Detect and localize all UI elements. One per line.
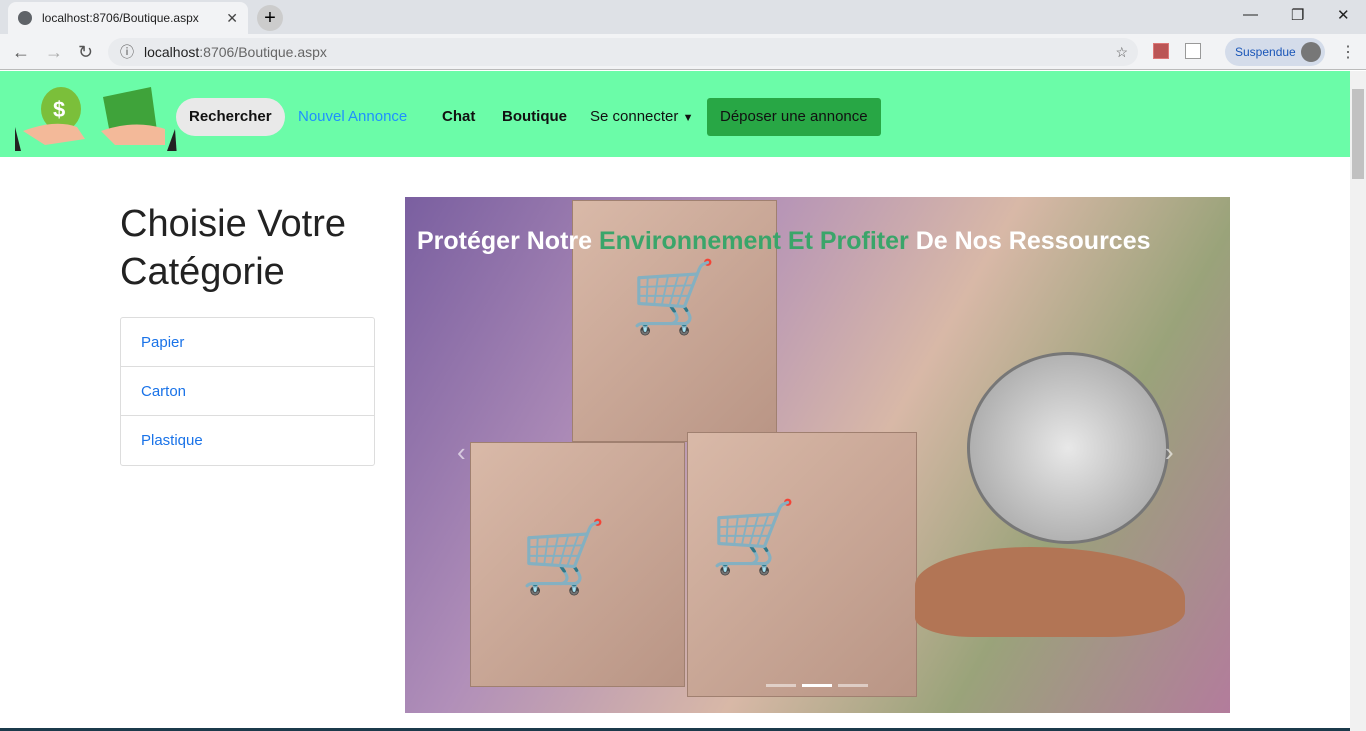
nav-boutique[interactable]: Boutique	[502, 98, 567, 136]
forward-icon[interactable]: →	[45, 42, 63, 63]
category-plastique[interactable]: Plastique	[121, 416, 374, 465]
scrollbar[interactable]	[1350, 71, 1366, 731]
caption-part: Protéger Notre	[417, 227, 599, 255]
shield-extension-icon[interactable]	[1185, 43, 1201, 59]
close-window-icon[interactable]: ✕	[1337, 6, 1350, 24]
url-host: localhost	[144, 44, 200, 60]
search-button[interactable]: Rechercher	[176, 98, 285, 136]
browser-toolbar: ← → ↻ ⓘ localhost:8706/Boutique.aspx ☆ S…	[0, 34, 1366, 70]
browser-tab[interactable]: localhost:8706/Boutique.aspx ✕	[8, 2, 248, 34]
navbar: $ Rechercher Nouvel Annonce Chat Boutiqu…	[0, 71, 1350, 157]
logo[interactable]: $	[15, 79, 177, 151]
carousel-prev-icon[interactable]: ‹	[457, 437, 466, 468]
carousel-caption: Protéger Notre Environnement Et Profiter…	[417, 227, 1151, 256]
tab-bar: localhost:8706/Boutique.aspx ✕ + — ❐ ✕	[0, 0, 1366, 34]
caption-highlight: Environnement Et Profiter	[598, 227, 909, 255]
carousel-next-icon[interactable]: ›	[1165, 437, 1174, 468]
caption-part: De Nos Ressources	[908, 227, 1151, 255]
nav-se-connecter-dropdown[interactable]: Se connecter ▼	[590, 98, 693, 136]
profile-button[interactable]: Suspendue	[1225, 38, 1325, 66]
pdf-extension-icon[interactable]	[1153, 43, 1169, 59]
connect-label: Se connecter	[590, 108, 679, 125]
reload-icon[interactable]: ↻	[78, 42, 93, 63]
menu-icon[interactable]: ⋮	[1340, 42, 1356, 62]
profile-label: Suspendue	[1235, 45, 1296, 59]
deposer-annonce-button[interactable]: Déposer une annonce	[707, 98, 881, 136]
category-carton[interactable]: Carton	[121, 367, 374, 416]
avatar	[1301, 42, 1321, 62]
minimize-icon[interactable]: —	[1243, 6, 1258, 23]
carousel-indicator[interactable]	[838, 684, 868, 687]
nav-nouvel-annonce[interactable]: Nouvel Annonce	[298, 98, 407, 136]
category-list: Papier Carton Plastique	[120, 317, 375, 466]
caret-down-icon: ▼	[682, 112, 694, 124]
carousel-indicator[interactable]	[766, 684, 796, 687]
scrollbar-thumb[interactable]	[1352, 89, 1364, 179]
new-tab-button[interactable]: +	[257, 5, 283, 31]
carousel: 🛒 🛒 🛒 Protéger Notre Environnement Et Pr…	[405, 197, 1230, 713]
carousel-indicator-active[interactable]	[802, 684, 832, 687]
nav-chat[interactable]: Chat	[442, 98, 475, 136]
url-path: :8706/Boutique.aspx	[199, 44, 327, 60]
tab-title: localhost:8706/Boutique.aspx	[42, 11, 199, 25]
info-icon: ⓘ	[120, 44, 134, 60]
globe-icon	[18, 11, 32, 25]
page-title: Choisie Votre Catégorie	[120, 203, 347, 293]
restore-icon[interactable]: ❐	[1291, 6, 1304, 24]
svg-text:$: $	[53, 97, 65, 122]
category-papier[interactable]: Papier	[121, 318, 374, 367]
address-bar[interactable]: ⓘ localhost:8706/Boutique.aspx ☆	[108, 38, 1138, 66]
star-icon[interactable]: ☆	[1115, 44, 1128, 61]
close-tab-icon[interactable]: ✕	[226, 10, 238, 27]
back-icon[interactable]: ←	[12, 42, 30, 63]
